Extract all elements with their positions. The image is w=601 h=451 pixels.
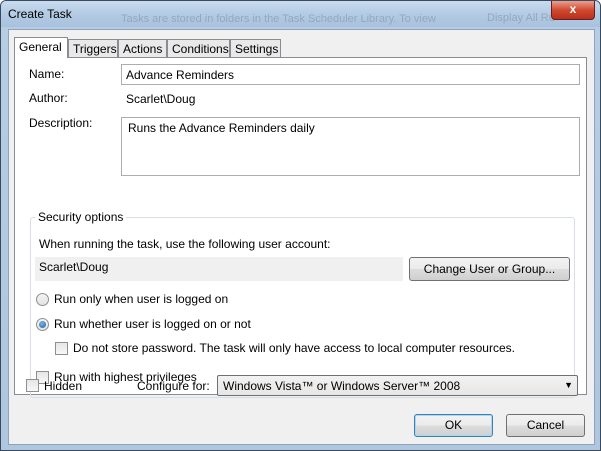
cancel-button[interactable]: Cancel	[506, 414, 585, 437]
author-value: Scarlet\Doug	[126, 92, 196, 106]
tab-actions[interactable]: Actions	[118, 39, 167, 57]
do-not-store-password-label[interactable]: Do not store password. The task will onl…	[73, 341, 515, 355]
chevron-down-icon: ▼	[564, 380, 573, 390]
description-label: Description:	[29, 116, 93, 130]
author-label: Author:	[29, 91, 68, 105]
tab-settings[interactable]: Settings	[230, 39, 281, 57]
user-account-field: Scarlet\Doug	[35, 257, 403, 281]
title-bar[interactable]: Create Task Tasks are stored in folders …	[1, 1, 600, 27]
tab-label: Actions	[123, 42, 163, 56]
security-options-title: Security options	[35, 210, 127, 224]
tab-label: General	[19, 40, 62, 54]
background-window-text: Tasks are stored in folders in the Task …	[121, 13, 436, 25]
configure-for-label: Configure for:	[137, 379, 210, 393]
change-user-button-label: Change User or Group...	[423, 262, 556, 276]
tab-label: Conditions	[172, 42, 229, 56]
tab-label: Triggers	[73, 42, 117, 56]
create-task-dialog: Create Task Tasks are stored in folders …	[0, 0, 601, 451]
configure-for-value: Windows Vista™ or Windows Server™ 2008	[223, 379, 461, 393]
run-only-logged-on-radio[interactable]	[36, 293, 49, 306]
account-prompt: When running the task, use the following…	[39, 237, 331, 251]
description-value: Runs the Advance Reminders daily	[128, 121, 315, 135]
tab-conditions[interactable]: Conditions	[167, 39, 230, 57]
background-window-text-2: Display All Ru	[487, 12, 555, 24]
tab-general[interactable]: General	[14, 37, 68, 58]
name-field[interactable]: Advance Reminders	[121, 64, 580, 85]
change-user-button[interactable]: Change User or Group...	[409, 257, 570, 281]
name-value: Advance Reminders	[126, 68, 235, 82]
dialog-body: General Triggers Actions Conditions Sett…	[8, 29, 595, 445]
cancel-button-label: Cancel	[526, 418, 565, 432]
ok-button-label: OK	[444, 418, 463, 432]
ok-button[interactable]: OK	[414, 414, 493, 437]
general-tab-panel: Name: Advance Reminders Author: Scarlet\…	[14, 57, 587, 398]
run-whether-logged-on-label[interactable]: Run whether user is logged on or not	[54, 317, 251, 331]
close-icon: x	[569, 2, 577, 16]
hidden-checkbox[interactable]	[26, 379, 39, 392]
run-whether-logged-on-radio[interactable]	[36, 318, 49, 331]
tab-triggers[interactable]: Triggers	[68, 39, 118, 57]
hidden-label[interactable]: Hidden	[44, 379, 82, 393]
radio-selected-dot	[39, 321, 46, 328]
run-only-logged-on-label[interactable]: Run only when user is logged on	[54, 292, 228, 306]
close-button[interactable]: x	[551, 1, 595, 20]
window-title: Create Task	[8, 7, 72, 21]
configure-for-dropdown[interactable]: Windows Vista™ or Windows Server™ 2008 ▼	[217, 375, 578, 396]
tab-label: Settings	[235, 42, 279, 56]
user-account-value: Scarlet\Doug	[39, 260, 109, 274]
do-not-store-password-checkbox[interactable]	[55, 342, 68, 355]
description-field[interactable]: Runs the Advance Reminders daily	[121, 117, 580, 176]
name-label: Name:	[29, 67, 65, 81]
